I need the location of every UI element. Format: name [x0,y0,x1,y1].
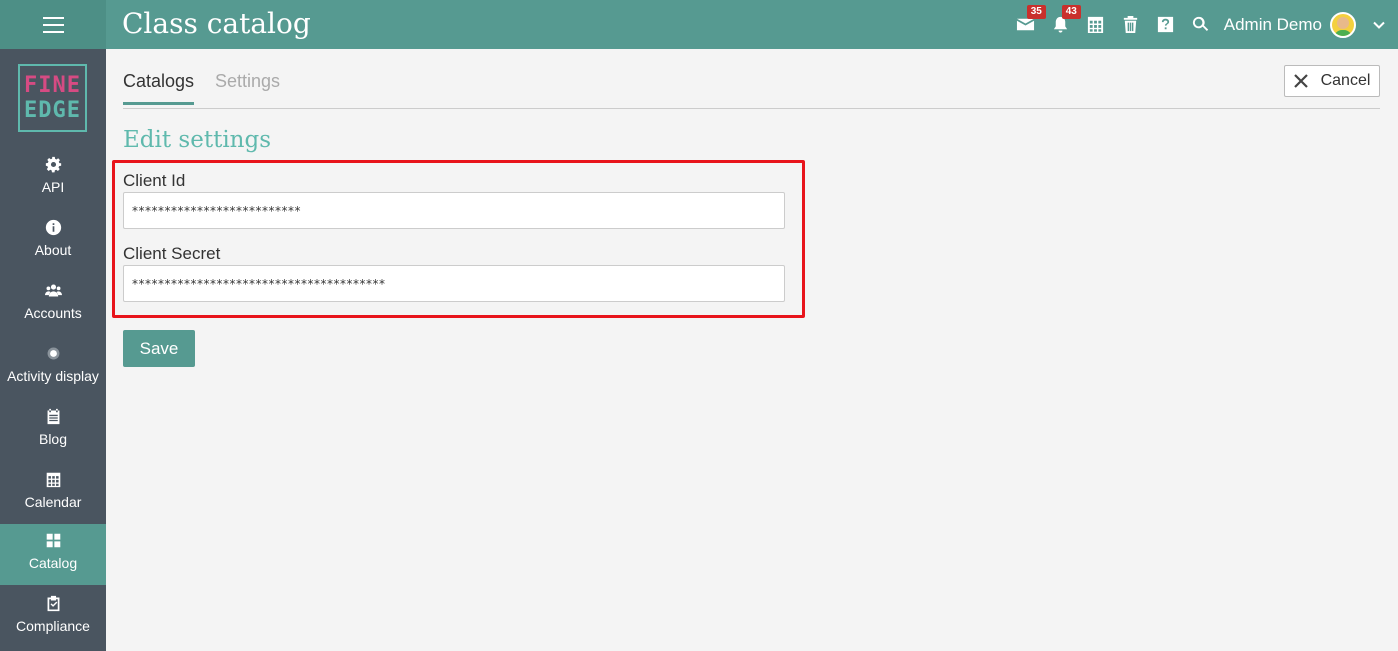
calendar-icon [1087,16,1103,34]
sidebar-item-calendar[interactable]: Calendar [0,463,106,524]
tab-settings[interactable]: Settings [215,71,280,92]
client-id-label: Client Id [123,171,186,190]
sidebar-item-label: API [41,179,65,195]
info-icon [45,219,61,236]
dot-circle-icon [47,347,59,360]
logo-line-1: FINE [24,73,81,98]
cancel-button[interactable]: Cancel [1284,65,1380,97]
users-icon [44,284,62,297]
grid-icon [46,533,60,548]
logo-line-2: EDGE [24,98,81,123]
sidebar-item-label: Calendar [24,494,82,510]
sidebar: FINE EDGE API About Accounts Activity di… [0,49,106,651]
logo[interactable]: FINE EDGE [18,64,87,132]
help-icon [1157,16,1173,33]
trash-icon [1123,15,1137,34]
top-toolbar: 35 43 Admin Demo [1008,0,1398,49]
sidebar-item-accounts[interactable]: Accounts [0,274,106,335]
sidebar-item-about[interactable]: About [0,211,106,272]
close-icon [1293,74,1308,88]
sidebar-item-label: About [34,242,72,258]
top-bar: Class catalog 35 43 Admin Demo [0,0,1398,49]
client-secret-field[interactable] [123,265,785,302]
calendar-icon [46,472,60,488]
messages-button[interactable]: 35 [1008,0,1046,49]
cancel-label: Cancel [1320,72,1371,89]
blog-icon [47,408,59,425]
sidebar-item-blog[interactable]: Blog [0,400,106,461]
save-button[interactable]: Save [123,330,195,367]
help-button[interactable] [1148,0,1183,49]
main-content: Catalogs Settings Cancel Edit settings C… [106,49,1398,651]
chevron-down-icon [1373,21,1385,29]
menu-toggle-button[interactable] [0,0,106,49]
notifications-button[interactable]: 43 [1043,0,1081,49]
sidebar-item-compliance[interactable]: Compliance [0,587,106,648]
client-secret-label: Client Secret [123,244,221,263]
user-name[interactable]: Admin Demo [1224,15,1322,35]
sidebar-item-label: Catalog [28,555,78,571]
tab-catalogs[interactable]: Catalogs [123,71,195,105]
avatar[interactable] [1330,11,1356,38]
sidebar-item-label: Compliance [16,618,90,634]
sidebar-item-catalog[interactable]: Catalog [0,524,106,585]
user-menu-button[interactable] [1364,0,1394,49]
trash-button[interactable] [1113,0,1148,49]
search-button[interactable] [1183,0,1218,49]
search-icon [1192,16,1208,31]
sidebar-item-label: Blog [38,431,68,447]
clipboard-check-icon [47,595,59,612]
page-title: Class catalog [122,7,311,40]
calendar-button[interactable] [1078,0,1113,49]
tab-bar: Catalogs Settings [123,49,1380,109]
sidebar-item-activity-display[interactable]: Activity display [0,337,106,398]
menu-icon [42,23,64,26]
sidebar-item-api[interactable]: API [0,148,106,209]
sidebar-item-label: Accounts [24,305,82,321]
client-id-field[interactable] [123,192,785,229]
gear-icon [45,156,61,173]
sidebar-item-label: Activity display [7,368,99,384]
section-title: Edit settings [123,127,272,153]
